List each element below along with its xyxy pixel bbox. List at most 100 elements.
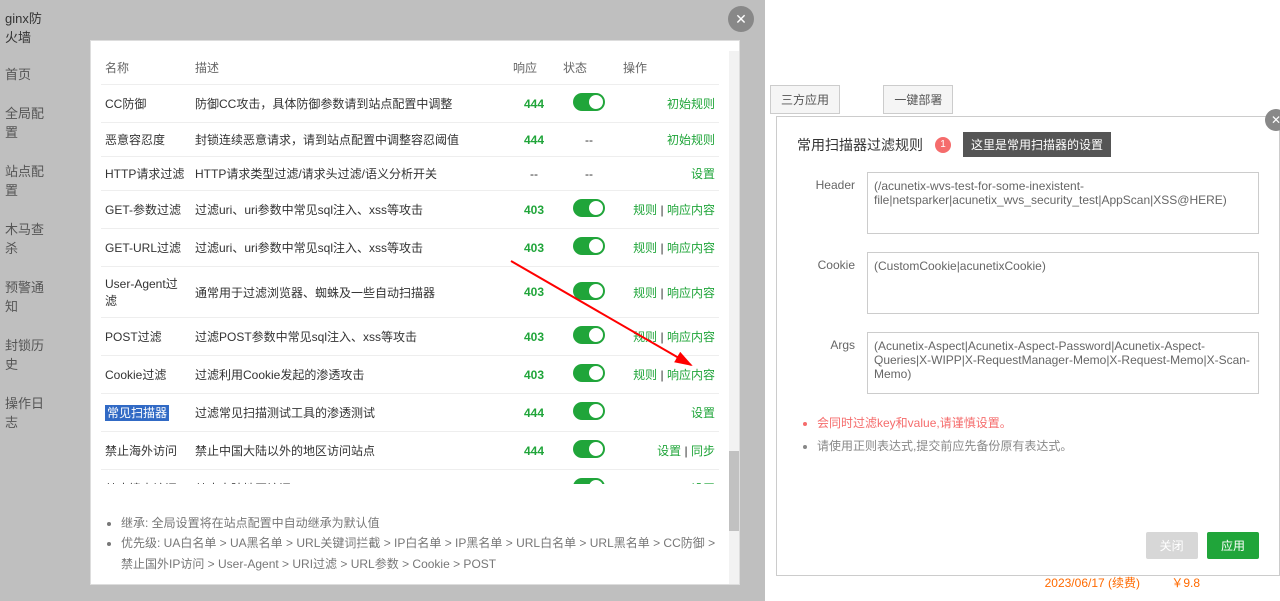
cell-desc: 过滤uri、uri参数中常见sql注入、xss等攻击 [191,229,509,267]
sidebar-item-alert[interactable]: 预警通知 [0,267,54,325]
cell-name: Cookie过滤 [101,356,191,394]
annotation-marker-1: 1 [935,137,951,153]
op-link[interactable]: 响应内容 [667,286,715,300]
op-link[interactable]: 响应内容 [667,241,715,255]
th-ops: 操作 [619,51,719,85]
op-link[interactable]: 响应内容 [667,203,715,217]
toggle-switch[interactable] [573,326,605,344]
close-button[interactable]: 关闭 [1146,532,1198,559]
cell-resp: 403 [509,318,559,356]
price-text: ￥9.8 [1171,574,1200,591]
cell-name: User-Agent过滤 [101,267,191,318]
toggle-switch[interactable] [573,402,605,420]
toggle-switch[interactable] [573,199,605,217]
note-priority: 优先级: UA白名单 > UA黑名单 > URL关键词拦截 > IP白名单 > … [121,533,729,574]
op-link[interactable]: 设置 [691,482,715,484]
cell-name: 禁止境内访问 [101,470,191,485]
op-link[interactable]: 规则 [633,286,657,300]
cell-resp: 403 [509,356,559,394]
cell-desc: 过滤POST参数中常见sql注入、xss等攻击 [191,318,509,356]
cell-resp: 444 [509,123,559,157]
cell-ops: 设置 [619,394,719,432]
table-row: 常见扫描器过滤常见扫描测试工具的渗透测试444 设置 [101,394,719,432]
header-input[interactable] [867,172,1259,234]
date-text: 2023/06/17 (续费) [1045,574,1140,591]
table-row: GET-URL过滤过滤uri、uri参数中常见sql注入、xss等攻击403规则… [101,229,719,267]
cell-status [559,85,619,123]
apply-button[interactable]: 应用 [1207,532,1259,559]
cell-ops: 规则 | 响应内容 [619,267,719,318]
cell-name: HTTP请求过滤 [101,157,191,191]
op-link[interactable]: 设置 [691,167,715,181]
op-link[interactable]: 规则 [633,203,657,217]
sidebar-item-trojan[interactable]: 木马查杀 [0,209,54,267]
cell-desc: 过滤利用Cookie发起的渗透攻击 [191,356,509,394]
panel-note-warning: 会同时过滤key和value,请谨慎设置。 [817,412,1259,435]
panel-note-regex: 请使用正则表达式,提交前应先备份原有表达式。 [817,435,1259,458]
op-link[interactable]: 规则 [633,330,657,344]
table-row: POST过滤过滤POST参数中常见sql注入、xss等攻击403规则 | 响应内… [101,318,719,356]
op-link[interactable]: 规则 [633,241,657,255]
cell-resp: 444 [509,85,559,123]
third-party-app-button[interactable]: 三方应用 [770,85,840,114]
op-link[interactable]: 响应内容 [667,368,715,382]
cell-name: 常见扫描器 [101,394,191,432]
scrollbar-thumb[interactable] [729,451,739,531]
th-desc: 描述 [191,51,509,85]
cell-resp: 403 [509,229,559,267]
sidebar-item-global[interactable]: 全局配置 [0,93,54,151]
toggle-switch[interactable] [573,282,605,300]
cell-ops: 规则 | 响应内容 [619,191,719,229]
cell-status [559,356,619,394]
sidebar-item-block[interactable]: 封锁历史 [0,325,54,383]
op-link[interactable]: 初始规则 [667,133,715,147]
cell-resp: 444 [509,394,559,432]
cell-status [559,470,619,485]
toggle-switch[interactable] [573,237,605,255]
cell-resp: 444 [509,432,559,470]
sidebar-item-home[interactable]: 首页 [0,54,54,93]
table-row: CC防御防御CC攻击，具体防御参数请到站点配置中调整444初始规则 [101,85,719,123]
toggle-switch[interactable] [573,440,605,458]
th-resp: 响应 [509,51,559,85]
cell-ops: 设置 | 同步 [619,432,719,470]
rules-dialog: ✕ 名称 描述 响应 状态 操作 CC防御防御CC攻击，具体防御参数请到站点配置… [90,40,740,585]
cookie-input[interactable] [867,252,1259,314]
close-icon[interactable]: ✕ [1265,109,1280,131]
th-name: 名称 [101,51,191,85]
cell-name: 恶意容忍度 [101,123,191,157]
cell-status [559,191,619,229]
toggle-switch[interactable] [573,364,605,382]
sidebar-item-log[interactable]: 操作日志 [0,383,54,441]
table-row: GET-参数过滤过滤uri、uri参数中常见sql注入、xss等攻击403规则 … [101,191,719,229]
cell-desc: 过滤常见扫描测试工具的渗透测试 [191,394,509,432]
cookie-label: Cookie [797,252,867,314]
table-row: 禁止海外访问禁止中国大陆以外的地区访问站点444设置 | 同步 [101,432,719,470]
cell-resp: 500 [509,470,559,485]
sidebar: ginx防火墙 首页 全局配置 站点配置 木马查杀 预警通知 封锁历史 操作日志 [0,0,54,601]
op-link[interactable]: 初始规则 [667,97,715,111]
close-icon[interactable]: ✕ [728,6,754,32]
sidebar-item-site[interactable]: 站点配置 [0,151,54,209]
cell-status: -- [559,157,619,191]
toggle-switch[interactable] [573,93,605,111]
scanner-settings-panel: ✕ 常用扫描器过滤规则 1 这里是常用扫描器的设置 Header Cookie … [776,116,1280,576]
op-link[interactable]: 规则 [633,368,657,382]
cell-ops: 设置 [619,470,719,485]
rules-table-scroll[interactable]: 名称 描述 响应 状态 操作 CC防御防御CC攻击，具体防御参数请到站点配置中调… [91,41,729,484]
cell-status [559,267,619,318]
one-click-deploy-button[interactable]: 一键部署 [883,85,953,114]
args-input[interactable] [867,332,1259,394]
cell-desc: HTTP请求类型过滤/请求头过滤/语义分析开关 [191,157,509,191]
op-link[interactable]: 响应内容 [667,330,715,344]
note-inherit: 继承: 全局设置将在站点配置中自动继承为默认值 [121,513,729,533]
toggle-switch[interactable] [573,478,605,484]
scrollbar[interactable] [729,51,739,584]
cell-desc: 封锁连续恶意请求，请到站点配置中调整容忍阈值 [191,123,509,157]
op-link[interactable]: 设置 [691,406,715,420]
cell-desc: 通常用于过滤浏览器、蜘蛛及一些自动扫描器 [191,267,509,318]
cell-ops: 设置 [619,157,719,191]
cell-status: -- [559,123,619,157]
op-link[interactable]: 设置 [657,444,681,458]
op-link[interactable]: 同步 [691,444,715,458]
